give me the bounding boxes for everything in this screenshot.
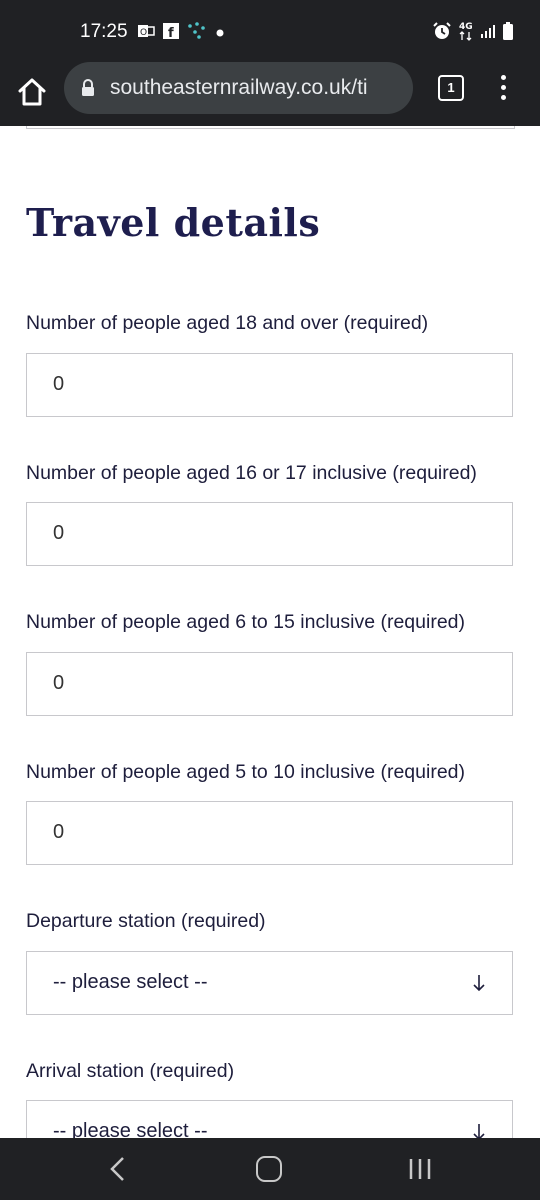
nav-home-icon[interactable] (256, 1156, 282, 1182)
browser-toolbar: southeasternrailway.co.uk/ti 1 (0, 62, 540, 126)
age-5-10-value: 0 (53, 821, 65, 843)
system-nav-bar (0, 1138, 540, 1200)
age-5-10-label: Number of people aged 5 to 10 inclusive … (26, 761, 466, 783)
previous-field-edge (26, 126, 515, 129)
arrival-station-select[interactable]: -- please select -- (26, 1100, 513, 1138)
adults-value: 0 (53, 373, 65, 395)
4g-icon: 4G (458, 20, 474, 47)
overflow-menu-icon[interactable] (493, 72, 513, 104)
arrival-station-value: -- please select -- (53, 1120, 208, 1138)
tab-switcher-button[interactable]: 1 (438, 75, 464, 101)
adults-input[interactable]: 0 (26, 353, 513, 417)
status-time: 17:25 (80, 21, 128, 42)
arrival-station-label: Arrival station (required) (26, 1060, 235, 1082)
age-16-17-input[interactable]: 0 (26, 502, 513, 566)
url-text: southeasternrailway.co.uk/ti (110, 76, 368, 99)
recents-icon[interactable] (408, 1158, 432, 1185)
svg-text:O: O (140, 28, 147, 38)
age-5-10-input[interactable]: 0 (26, 801, 513, 865)
arrow-down-icon (472, 974, 486, 997)
section-title: Travel details (26, 200, 321, 245)
signal-icon (480, 23, 496, 44)
departure-station-label: Departure station (required) (26, 910, 266, 932)
alarm-icon (432, 21, 452, 46)
svg-text:f: f (168, 26, 174, 39)
age-6-15-value: 0 (53, 672, 65, 694)
app-dots-icon (187, 22, 207, 45)
status-bar: 17:25 O f 4G (0, 0, 540, 62)
departure-station-select[interactable]: -- please select -- (26, 951, 513, 1015)
network-type-label: 4G (459, 22, 473, 32)
lock-icon (80, 78, 96, 103)
notification-dot-icon (215, 25, 225, 43)
age-16-17-value: 0 (53, 522, 65, 544)
arrow-down-icon (472, 1123, 486, 1138)
adults-label: Number of people aged 18 and over (requi… (26, 312, 429, 334)
age-6-15-input[interactable]: 0 (26, 652, 513, 716)
page-content: Travel details Number of people aged 18 … (0, 126, 540, 1138)
age-16-17-label: Number of people aged 16 or 17 inclusive… (26, 462, 477, 484)
facebook-icon: f (163, 23, 179, 44)
address-bar[interactable]: southeasternrailway.co.uk/ti (64, 62, 413, 114)
home-icon[interactable] (14, 74, 50, 110)
outlook-icon: O (137, 22, 155, 45)
departure-station-value: -- please select -- (53, 971, 208, 993)
battery-icon (502, 21, 514, 46)
back-icon[interactable] (108, 1156, 128, 1187)
age-6-15-label: Number of people aged 6 to 15 inclusive … (26, 611, 466, 633)
